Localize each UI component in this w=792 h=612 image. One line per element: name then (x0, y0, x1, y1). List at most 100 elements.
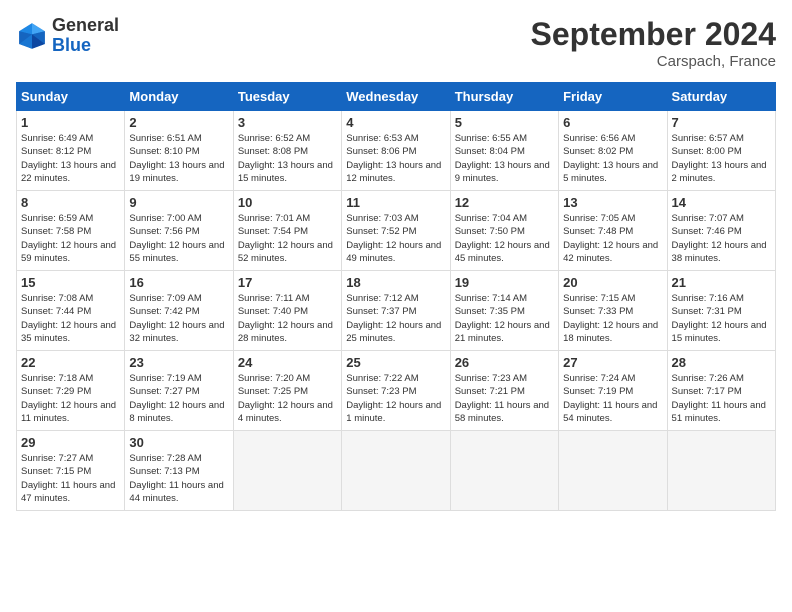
table-row: 15 Sunrise: 7:08 AMSunset: 7:44 PMDayligh… (17, 271, 125, 351)
day-info: Sunrise: 7:08 AMSunset: 7:44 PMDaylight:… (21, 292, 120, 345)
day-info: Sunrise: 7:04 AMSunset: 7:50 PMDaylight:… (455, 212, 554, 265)
col-friday: Friday (559, 83, 667, 111)
day-number: 21 (672, 275, 771, 290)
day-info: Sunrise: 7:01 AMSunset: 7:54 PMDaylight:… (238, 212, 337, 265)
day-number: 17 (238, 275, 337, 290)
month-title: September 2024 (531, 16, 776, 53)
logo-general: General (52, 15, 119, 35)
day-number: 18 (346, 275, 445, 290)
day-number: 20 (563, 275, 662, 290)
table-row (559, 431, 667, 511)
day-info: Sunrise: 6:59 AMSunset: 7:58 PMDaylight:… (21, 212, 120, 265)
day-number: 26 (455, 355, 554, 370)
day-info: Sunrise: 7:22 AMSunset: 7:23 PMDaylight:… (346, 372, 445, 425)
day-info: Sunrise: 7:09 AMSunset: 7:42 PMDaylight:… (129, 292, 228, 345)
table-row: 26 Sunrise: 7:23 AMSunset: 7:21 PMDayligh… (450, 351, 558, 431)
table-row: 2 Sunrise: 6:51 AMSunset: 8:10 PMDaylight… (125, 111, 233, 191)
table-row: 14 Sunrise: 7:07 AMSunset: 7:46 PMDayligh… (667, 191, 775, 271)
calendar-container: General Blue September 2024 Carspach, Fr… (0, 0, 792, 519)
day-info: Sunrise: 7:18 AMSunset: 7:29 PMDaylight:… (21, 372, 120, 425)
day-info: Sunrise: 7:12 AMSunset: 7:37 PMDaylight:… (346, 292, 445, 345)
table-row: 5 Sunrise: 6:55 AMSunset: 8:04 PMDaylight… (450, 111, 558, 191)
table-row: 9 Sunrise: 7:00 AMSunset: 7:56 PMDaylight… (125, 191, 233, 271)
table-row: 6Sunrise: 6:56 AMSunset: 8:02 PMDaylight… (559, 111, 667, 191)
day-number: 22 (21, 355, 120, 370)
location: Carspach, France (531, 53, 776, 70)
day-info: Sunrise: 7:14 AMSunset: 7:35 PMDaylight:… (455, 292, 554, 345)
day-info: Sunrise: 7:15 AMSunset: 7:33 PMDaylight:… (563, 292, 662, 345)
day-number: 10 (238, 195, 337, 210)
week-row: 29Sunrise: 7:27 AMSunset: 7:15 PMDayligh… (17, 431, 776, 511)
table-row (667, 431, 775, 511)
day-number: 30 (129, 435, 228, 450)
table-row: 3 Sunrise: 6:52 AMSunset: 8:08 PMDaylight… (233, 111, 341, 191)
day-number: 25 (346, 355, 445, 370)
day-info: Sunrise: 6:53 AMSunset: 8:06 PMDaylight:… (346, 132, 445, 185)
header-row: Sunday Monday Tuesday Wednesday Thursday… (17, 83, 776, 111)
day-number: 16 (129, 275, 228, 290)
day-number: 12 (455, 195, 554, 210)
col-wednesday: Wednesday (342, 83, 450, 111)
day-number: 3 (238, 115, 337, 130)
day-number: 5 (455, 115, 554, 130)
table-row: 7 Sunrise: 6:57 AMSunset: 8:00 PMDaylight… (667, 111, 775, 191)
table-row (342, 431, 450, 511)
day-info: Sunrise: 6:55 AMSunset: 8:04 PMDaylight:… (455, 132, 554, 185)
day-number: 11 (346, 195, 445, 210)
day-info: Sunrise: 7:19 AMSunset: 7:27 PMDaylight:… (129, 372, 228, 425)
day-info: Sunrise: 6:56 AMSunset: 8:02 PMDaylight:… (563, 132, 662, 185)
table-row: 21 Sunrise: 7:16 AMSunset: 7:31 PMDayligh… (667, 271, 775, 351)
col-tuesday: Tuesday (233, 83, 341, 111)
day-number: 23 (129, 355, 228, 370)
day-info: Sunrise: 6:57 AMSunset: 8:00 PMDaylight:… (672, 132, 771, 185)
day-info: Sunrise: 6:51 AMSunset: 8:10 PMDaylight:… (129, 132, 228, 185)
day-number: 2 (129, 115, 228, 130)
table-row: 1Sunrise: 6:49 AMSunset: 8:12 PMDaylight… (17, 111, 125, 191)
day-info: Sunrise: 7:24 AMSunset: 7:19 PMDaylight:… (563, 372, 662, 425)
day-info: Sunrise: 6:52 AMSunset: 8:08 PMDaylight:… (238, 132, 337, 185)
table-row (233, 431, 341, 511)
week-row: 8 Sunrise: 6:59 AMSunset: 7:58 PMDaylight… (17, 191, 776, 271)
calendar-table: Sunday Monday Tuesday Wednesday Thursday… (16, 82, 776, 511)
table-row: 22 Sunrise: 7:18 AMSunset: 7:29 PMDayligh… (17, 351, 125, 431)
table-row: 12 Sunrise: 7:04 AMSunset: 7:50 PMDayligh… (450, 191, 558, 271)
day-number: 28 (672, 355, 771, 370)
table-row: 23 Sunrise: 7:19 AMSunset: 7:27 PMDayligh… (125, 351, 233, 431)
day-info: Sunrise: 7:07 AMSunset: 7:46 PMDaylight:… (672, 212, 771, 265)
table-row: 27 Sunrise: 7:24 AMSunset: 7:19 PMDayligh… (559, 351, 667, 431)
day-info: Sunrise: 7:16 AMSunset: 7:31 PMDaylight:… (672, 292, 771, 345)
table-row: 25 Sunrise: 7:22 AMSunset: 7:23 PMDayligh… (342, 351, 450, 431)
day-info: Sunrise: 7:23 AMSunset: 7:21 PMDaylight:… (455, 372, 554, 425)
day-number: 4 (346, 115, 445, 130)
table-row: 20 Sunrise: 7:15 AMSunset: 7:33 PMDayligh… (559, 271, 667, 351)
table-row: 4 Sunrise: 6:53 AMSunset: 8:06 PMDaylight… (342, 111, 450, 191)
logo: General Blue (16, 16, 119, 56)
day-number: 24 (238, 355, 337, 370)
table-row (450, 431, 558, 511)
week-row: 22 Sunrise: 7:18 AMSunset: 7:29 PMDayligh… (17, 351, 776, 431)
day-info: Sunrise: 7:00 AMSunset: 7:56 PMDaylight:… (129, 212, 228, 265)
col-saturday: Saturday (667, 83, 775, 111)
week-row: 1Sunrise: 6:49 AMSunset: 8:12 PMDaylight… (17, 111, 776, 191)
day-number: 8 (21, 195, 120, 210)
day-number: 7 (672, 115, 771, 130)
day-number: 14 (672, 195, 771, 210)
day-info: Sunrise: 7:03 AMSunset: 7:52 PMDaylight:… (346, 212, 445, 265)
day-number: 27 (563, 355, 662, 370)
title-block: September 2024 Carspach, France (531, 16, 776, 70)
calendar-body: 1Sunrise: 6:49 AMSunset: 8:12 PMDaylight… (17, 111, 776, 511)
logo-icon (16, 20, 48, 52)
table-row: 30 Sunrise: 7:28 AMSunset: 7:13 PMDayligh… (125, 431, 233, 511)
day-number: 15 (21, 275, 120, 290)
day-info: Sunrise: 7:28 AMSunset: 7:13 PMDaylight:… (129, 452, 228, 505)
col-sunday: Sunday (17, 83, 125, 111)
table-row: 10 Sunrise: 7:01 AMSunset: 7:54 PMDayligh… (233, 191, 341, 271)
day-info: Sunrise: 7:11 AMSunset: 7:40 PMDaylight:… (238, 292, 337, 345)
table-row: 18 Sunrise: 7:12 AMSunset: 7:37 PMDayligh… (342, 271, 450, 351)
day-info: Sunrise: 6:49 AMSunset: 8:12 PMDaylight:… (21, 132, 120, 185)
col-thursday: Thursday (450, 83, 558, 111)
header: General Blue September 2024 Carspach, Fr… (16, 16, 776, 70)
day-info: Sunrise: 7:26 AMSunset: 7:17 PMDaylight:… (672, 372, 771, 425)
day-number: 9 (129, 195, 228, 210)
table-row: 29Sunrise: 7:27 AMSunset: 7:15 PMDayligh… (17, 431, 125, 511)
